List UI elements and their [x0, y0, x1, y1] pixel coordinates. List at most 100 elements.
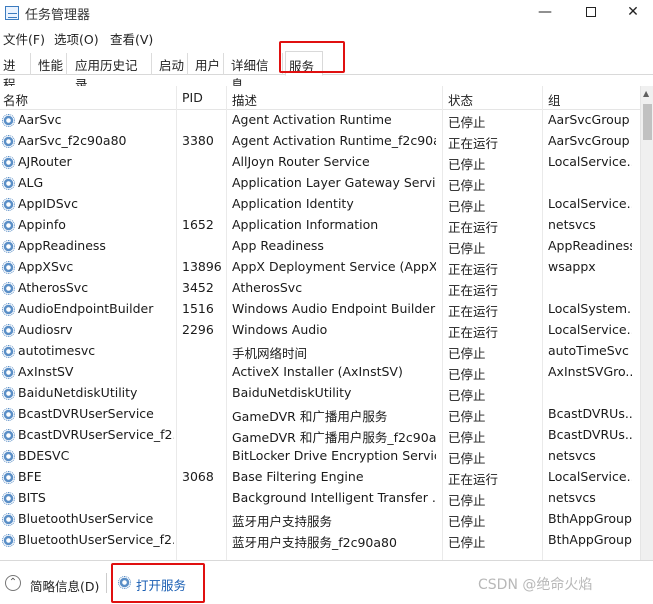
minimize-button[interactable]: — [522, 0, 568, 26]
services-tab-highlight [279, 41, 345, 73]
service-pid: 2296 [182, 322, 214, 337]
tab-processes[interactable]: 进程 [0, 53, 31, 92]
service-pid: 13896 [182, 259, 222, 274]
service-description: Background Intelligent Transfer ... [232, 490, 436, 505]
service-row[interactable]: AppXSvc 13896 AppX Deployment Service (App… [0, 257, 640, 278]
service-row[interactable]: BDESVC BitLocker Drive Encryption Service… [0, 446, 640, 467]
service-row[interactable]: AarSvc_f2c90a80 3380 Agent Activation Runt… [0, 131, 640, 152]
maximize-button[interactable] [568, 0, 614, 26]
service-pid: 3068 [182, 469, 214, 484]
service-name: BFE [18, 469, 42, 484]
service-name: AarSvc [18, 112, 62, 127]
service-status: 正在运行 [448, 220, 499, 235]
service-gear-icon [2, 261, 15, 274]
service-name: autotimesvc [18, 343, 96, 358]
service-description: Application Information [232, 217, 379, 232]
service-gear-icon [2, 429, 15, 442]
service-gear-icon [2, 198, 15, 211]
collapse-icon[interactable]: ⌃ [5, 575, 21, 591]
service-name: Audiosrv [18, 322, 73, 337]
service-status: 已停止 [448, 241, 486, 256]
service-group: wsappx [548, 259, 596, 274]
service-row[interactable]: Appinfo 1652 Application Information 正在运行 ne… [0, 215, 640, 236]
service-row[interactable]: BluetoothUserService_f2... 蓝牙用户支持服务_f2c90… [0, 530, 640, 551]
service-group: BcastDVRUs... [548, 427, 632, 442]
service-row[interactable]: AJRouter AllJoyn Router Service 已停止 LocalSe… [0, 152, 640, 173]
service-gear-icon [2, 177, 15, 190]
scroll-up-arrow-icon[interactable]: ▲ [643, 89, 649, 98]
service-status: 正在运行 [448, 136, 499, 151]
service-row[interactable]: BITS Background Intelligent Transfer ... 已… [0, 488, 640, 509]
service-group: autoTimeSvc [548, 343, 629, 358]
service-row[interactable]: autotimesvc 手机网络时间 已停止 autoTimeSvc [0, 341, 640, 362]
tab-users[interactable]: 用户 [192, 53, 224, 75]
service-group: AarSvcGroup [548, 133, 630, 148]
service-description: ActiveX Installer (AxInstSV) [232, 364, 403, 379]
tab-details[interactable]: 详细信息 [228, 53, 283, 92]
services-list: AarSvc Agent Activation Runtime 已停止 AarSvcG… [0, 110, 640, 560]
scroll-thumb[interactable] [643, 104, 652, 140]
service-name: BluetoothUserService_f2... [18, 532, 174, 547]
service-description: Windows Audio [232, 322, 328, 337]
service-status: 正在运行 [448, 283, 499, 298]
service-pid: 3452 [182, 280, 214, 295]
service-row[interactable]: BcastDVRUserService GameDVR 和广播用户服务 已停止 Bca… [0, 404, 640, 425]
task-manager-icon [5, 6, 19, 20]
service-row[interactable]: AudioEndpointBuilder 1516 Windows Audio En… [0, 299, 640, 320]
service-gear-icon [2, 450, 15, 463]
column-status[interactable]: 状态 [448, 90, 473, 109]
service-status: 已停止 [448, 367, 486, 382]
service-description: 蓝牙用户支持服务 [232, 514, 333, 529]
service-row[interactable]: Audiosrv 2296 Windows Audio 正在运行 LocalServic… [0, 320, 640, 341]
service-row[interactable]: BaiduNetdiskUtility BaiduNetdiskUtility 已停… [0, 383, 640, 404]
service-description: Application Layer Gateway Service [232, 175, 436, 190]
service-row[interactable]: BFE 3068 Base Filtering Engine 正在运行 LocalSer… [0, 467, 640, 488]
service-row[interactable]: AarSvc Agent Activation Runtime 已停止 AarSvcG… [0, 110, 640, 131]
service-gear-icon [2, 366, 15, 379]
vertical-scrollbar[interactable]: ▲ [640, 86, 653, 560]
service-description: AtherosSvc [232, 280, 303, 295]
service-group: netsvcs [548, 448, 596, 463]
column-pid[interactable]: PID [182, 90, 203, 105]
service-row[interactable]: AppIDSvc Application Identity 已停止 LocalServ… [0, 194, 640, 215]
open-services-highlight [111, 563, 205, 603]
menu-view[interactable]: 查看(V) [110, 29, 153, 48]
service-row[interactable]: ALG Application Layer Gateway Service 已停止 [0, 173, 640, 194]
service-group: LocalService... [548, 154, 632, 169]
service-description: GameDVR 和广播用户服务_f2c90a... [232, 430, 436, 445]
service-description: Base Filtering Engine [232, 469, 364, 484]
service-row[interactable]: AtherosSvc 3452 AtherosSvc 正在运行 [0, 278, 640, 299]
service-name: BluetoothUserService [18, 511, 154, 526]
service-status: 正在运行 [448, 304, 499, 319]
service-status: 已停止 [448, 409, 486, 424]
service-name: BcastDVRUserService_f2... [18, 427, 174, 442]
service-gear-icon [2, 282, 15, 295]
menu-file[interactable]: 文件(F) [3, 29, 45, 48]
service-name: BcastDVRUserService [18, 406, 154, 421]
service-pid: 1516 [182, 301, 214, 316]
service-group: AxInstSVGro... [548, 364, 632, 379]
service-row[interactable]: AppReadiness App Readiness 已停止 AppReadiness [0, 236, 640, 257]
service-row[interactable]: AxInstSV ActiveX Installer (AxInstSV) 已停止 A… [0, 362, 640, 383]
tab-performance[interactable]: 性能 [35, 53, 67, 75]
close-button[interactable]: ✕ [610, 0, 653, 26]
column-description[interactable]: 描述 [232, 90, 257, 109]
brief-info-link[interactable]: 简略信息(D) [30, 576, 99, 595]
service-row[interactable]: BcastDVRUserService_f2... GameDVR 和广播用户服务… [0, 425, 640, 446]
service-name: AppReadiness [18, 238, 106, 253]
tab-startup[interactable]: 启动 [156, 53, 188, 75]
service-gear-icon [2, 156, 15, 169]
tab-app-history[interactable]: 应用历史记录 [72, 53, 152, 92]
column-group[interactable]: 组 [548, 90, 561, 109]
service-name: BITS [18, 490, 46, 505]
service-gear-icon [2, 492, 15, 505]
column-name[interactable]: 名称 [3, 90, 28, 109]
service-row[interactable]: BluetoothUserService 蓝牙用户支持服务 已停止 BthAppGro… [0, 509, 640, 530]
service-status: 正在运行 [448, 262, 499, 277]
service-status: 正在运行 [448, 472, 499, 487]
service-gear-icon [2, 114, 15, 127]
service-description: AllJoyn Router Service [232, 154, 370, 169]
service-group: BthAppGroup [548, 511, 632, 526]
service-gear-icon [2, 513, 15, 526]
menu-options[interactable]: 选项(O) [54, 29, 99, 48]
